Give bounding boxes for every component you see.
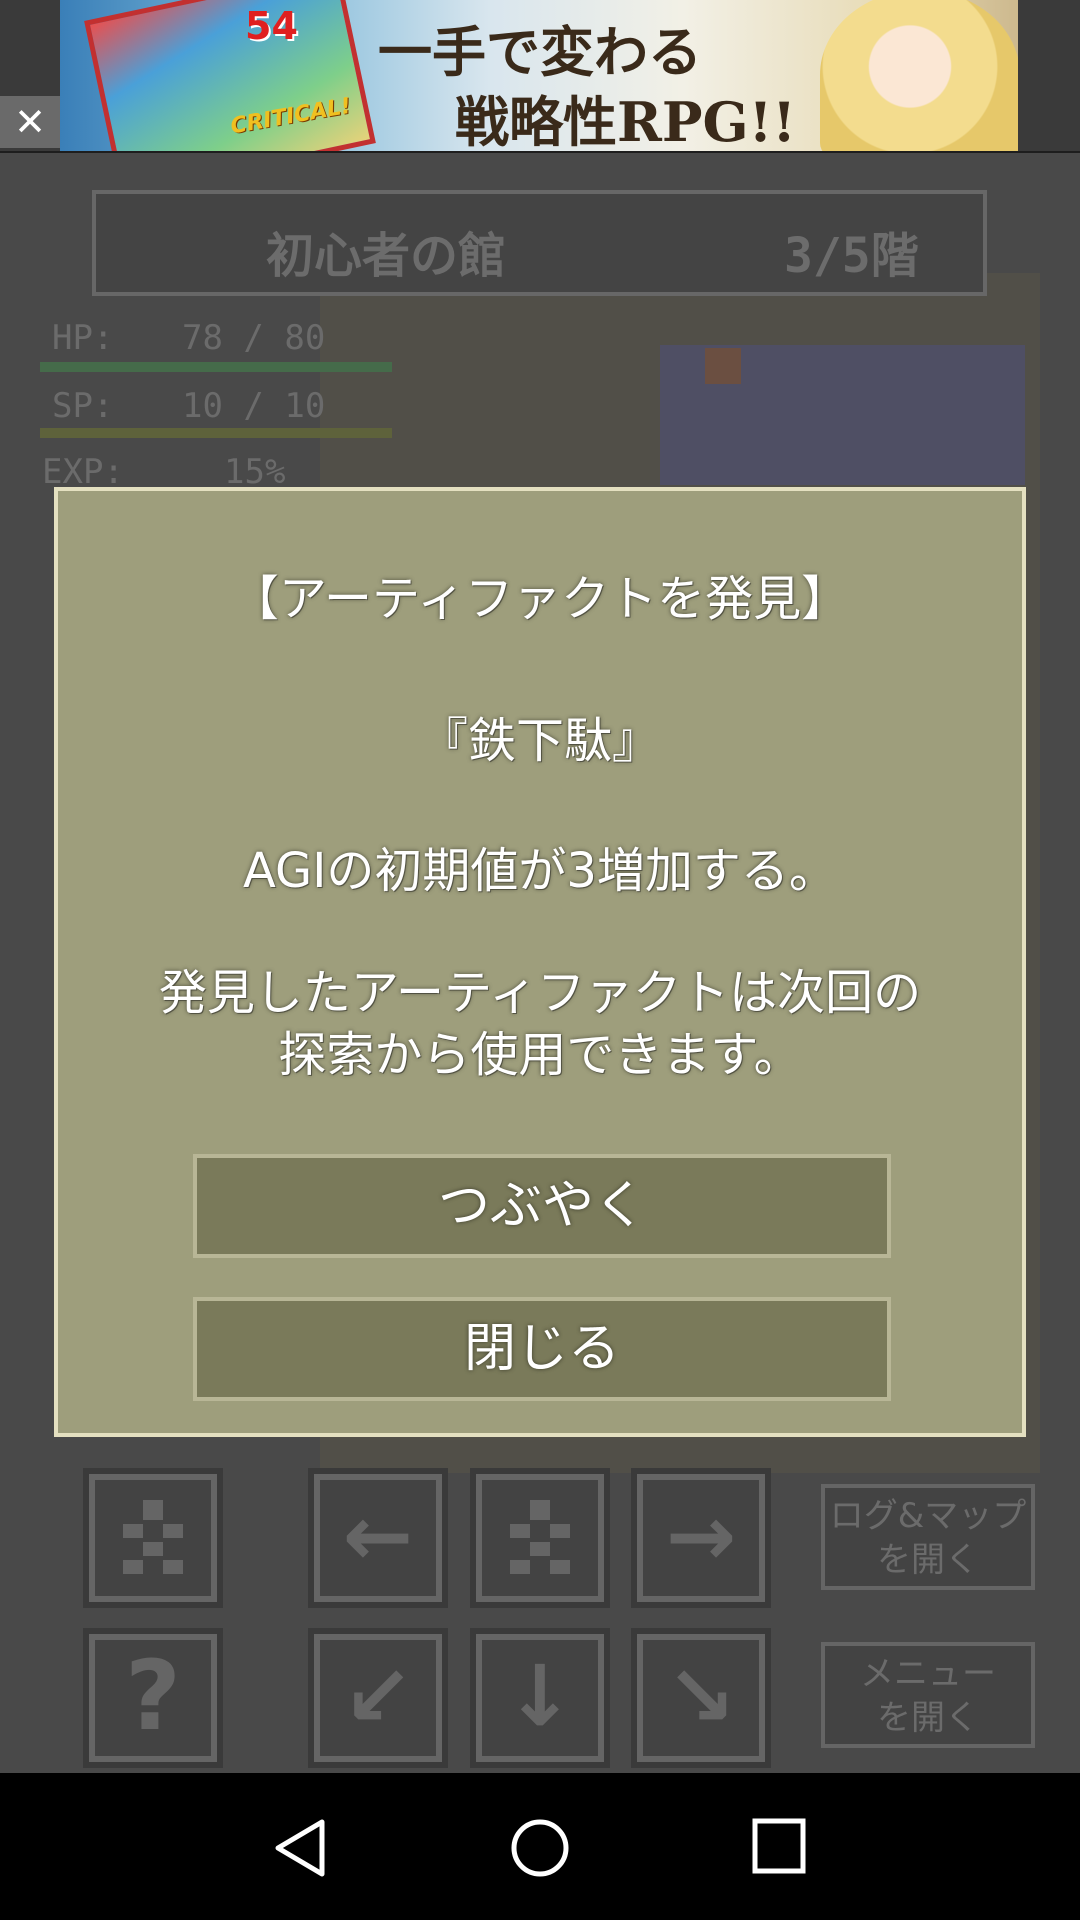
tweet-button[interactable]: つぶやく: [193, 1154, 891, 1258]
system-nav-bar: [0, 1773, 1080, 1920]
close-button[interactable]: 閉じる: [193, 1297, 891, 1401]
ad-character-art: [820, 0, 1018, 151]
artifact-name: 『鉄下駄』: [419, 713, 660, 769]
recents-icon[interactable]: [752, 1818, 806, 1874]
artifact-found-dialog: 【アーティファクトを発見】 『鉄下駄』 AGIの初期値が3増加する。 発見したア…: [54, 487, 1026, 1437]
ad-close-button[interactable]: ✕: [0, 96, 60, 148]
artifact-effect: AGIの初期値が3増加する。: [243, 843, 837, 899]
home-icon[interactable]: [510, 1818, 570, 1878]
ad-headline-line1: 一手で変わる: [378, 20, 702, 84]
back-icon[interactable]: [272, 1818, 328, 1878]
ad-headline-line2: 戦略性RPG!!: [455, 90, 797, 151]
ad-image[interactable]: 54 CRITICAL! 一手で変わる 戦略性RPG!!: [60, 0, 1018, 151]
ad-banner[interactable]: 54 CRITICAL! 一手で変わる 戦略性RPG!! ✕: [0, 0, 1080, 153]
artifact-note-line1: 発見したアーティファクトは次回の: [158, 965, 922, 1021]
ad-damage-number: 54: [245, 4, 298, 48]
dialog-title: 【アーティファクトを発見】: [230, 571, 850, 627]
artifact-note-line2: 探索から使用できます。: [278, 1027, 802, 1083]
ad-card-art: [84, 0, 376, 151]
